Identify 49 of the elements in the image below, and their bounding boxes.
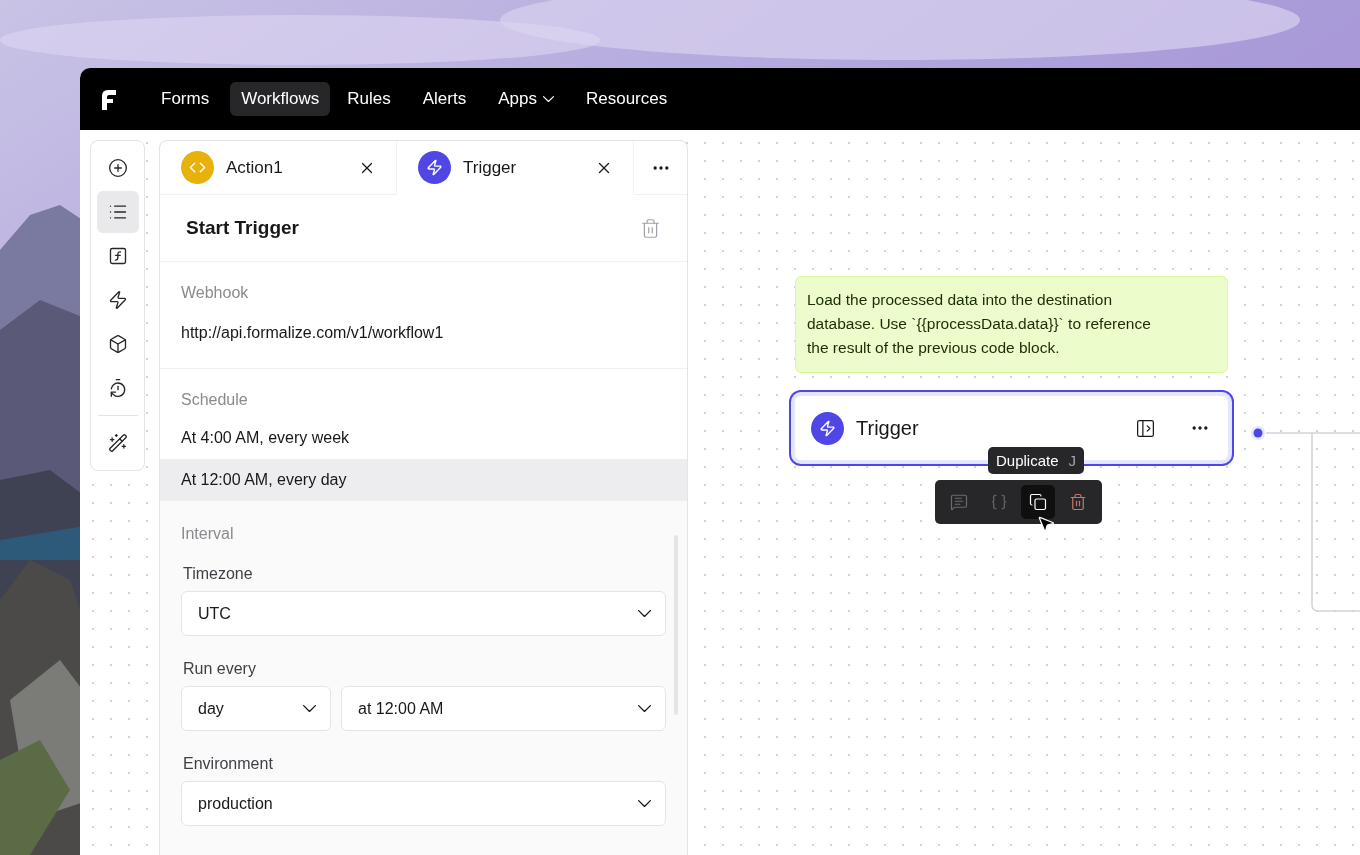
chevron-down-icon xyxy=(303,704,316,713)
webhook-url: http://api.formalize.com/v1/workflow1 xyxy=(181,324,445,342)
section-label: Webhook xyxy=(181,284,250,302)
nav-link[interactable]: Alerts xyxy=(411,82,478,116)
node-title: Trigger xyxy=(856,416,920,440)
nav-link[interactable]: Forms xyxy=(150,82,221,116)
note: Load the processed data into the destination database. Use `{{processData.data}}` to reference the result of the previous code block. xyxy=(795,276,1228,373)
tab[interactable]: Action1 xyxy=(160,141,397,195)
tooltip-label: Duplicate xyxy=(996,452,1059,469)
nav-link[interactable]: Apps xyxy=(487,82,565,116)
nav-link[interactable]: Workflows xyxy=(230,82,331,116)
side-panel-icon[interactable] xyxy=(1135,417,1156,439)
add-icon xyxy=(107,158,128,178)
chevron-down-icon xyxy=(638,609,651,618)
section-label: Schedule xyxy=(181,391,249,409)
nav-link[interactable]: Rules xyxy=(336,82,402,116)
field-label: Run every xyxy=(183,660,257,678)
schedule-option[interactable]: At 12:00 AM, every day xyxy=(160,459,687,501)
chevron-down-icon xyxy=(638,799,651,808)
select-field[interactable]: production xyxy=(181,781,666,826)
tab[interactable]: Trigger xyxy=(397,141,634,195)
select-field[interactable]: at 12:00 AM xyxy=(341,686,666,731)
delete-icon[interactable] xyxy=(640,217,661,239)
function-icon xyxy=(107,246,128,266)
select-field[interactable]: day xyxy=(181,686,331,731)
bolt-icon xyxy=(819,419,836,437)
section-label: Interval xyxy=(181,525,235,543)
field-label: Environment xyxy=(183,755,274,773)
panel-title: Start Trigger xyxy=(186,217,299,239)
copy-icon xyxy=(1029,493,1048,511)
tab-label: Action1 xyxy=(226,157,284,178)
select-field[interactable]: UTC xyxy=(181,591,666,636)
chevron-down-icon xyxy=(542,95,554,102)
nav-link[interactable]: Resources xyxy=(574,82,679,116)
bolt-icon xyxy=(107,290,128,310)
logo-icon xyxy=(100,88,118,110)
cursor-icon xyxy=(1036,514,1056,534)
comment-icon xyxy=(949,493,968,511)
magic-wand-icon xyxy=(107,433,128,453)
delete-icon xyxy=(1069,493,1088,511)
toolbar-button[interactable] xyxy=(1021,485,1056,519)
chevron-down-icon xyxy=(638,704,651,713)
field-label: Timezone xyxy=(183,565,254,583)
shortcut-key: J xyxy=(1068,452,1077,469)
bolt-icon xyxy=(426,159,443,176)
tab-label: Trigger xyxy=(463,157,518,178)
braces-icon xyxy=(989,493,1008,511)
cube-icon xyxy=(107,334,128,354)
tool-button[interactable] xyxy=(96,191,139,233)
